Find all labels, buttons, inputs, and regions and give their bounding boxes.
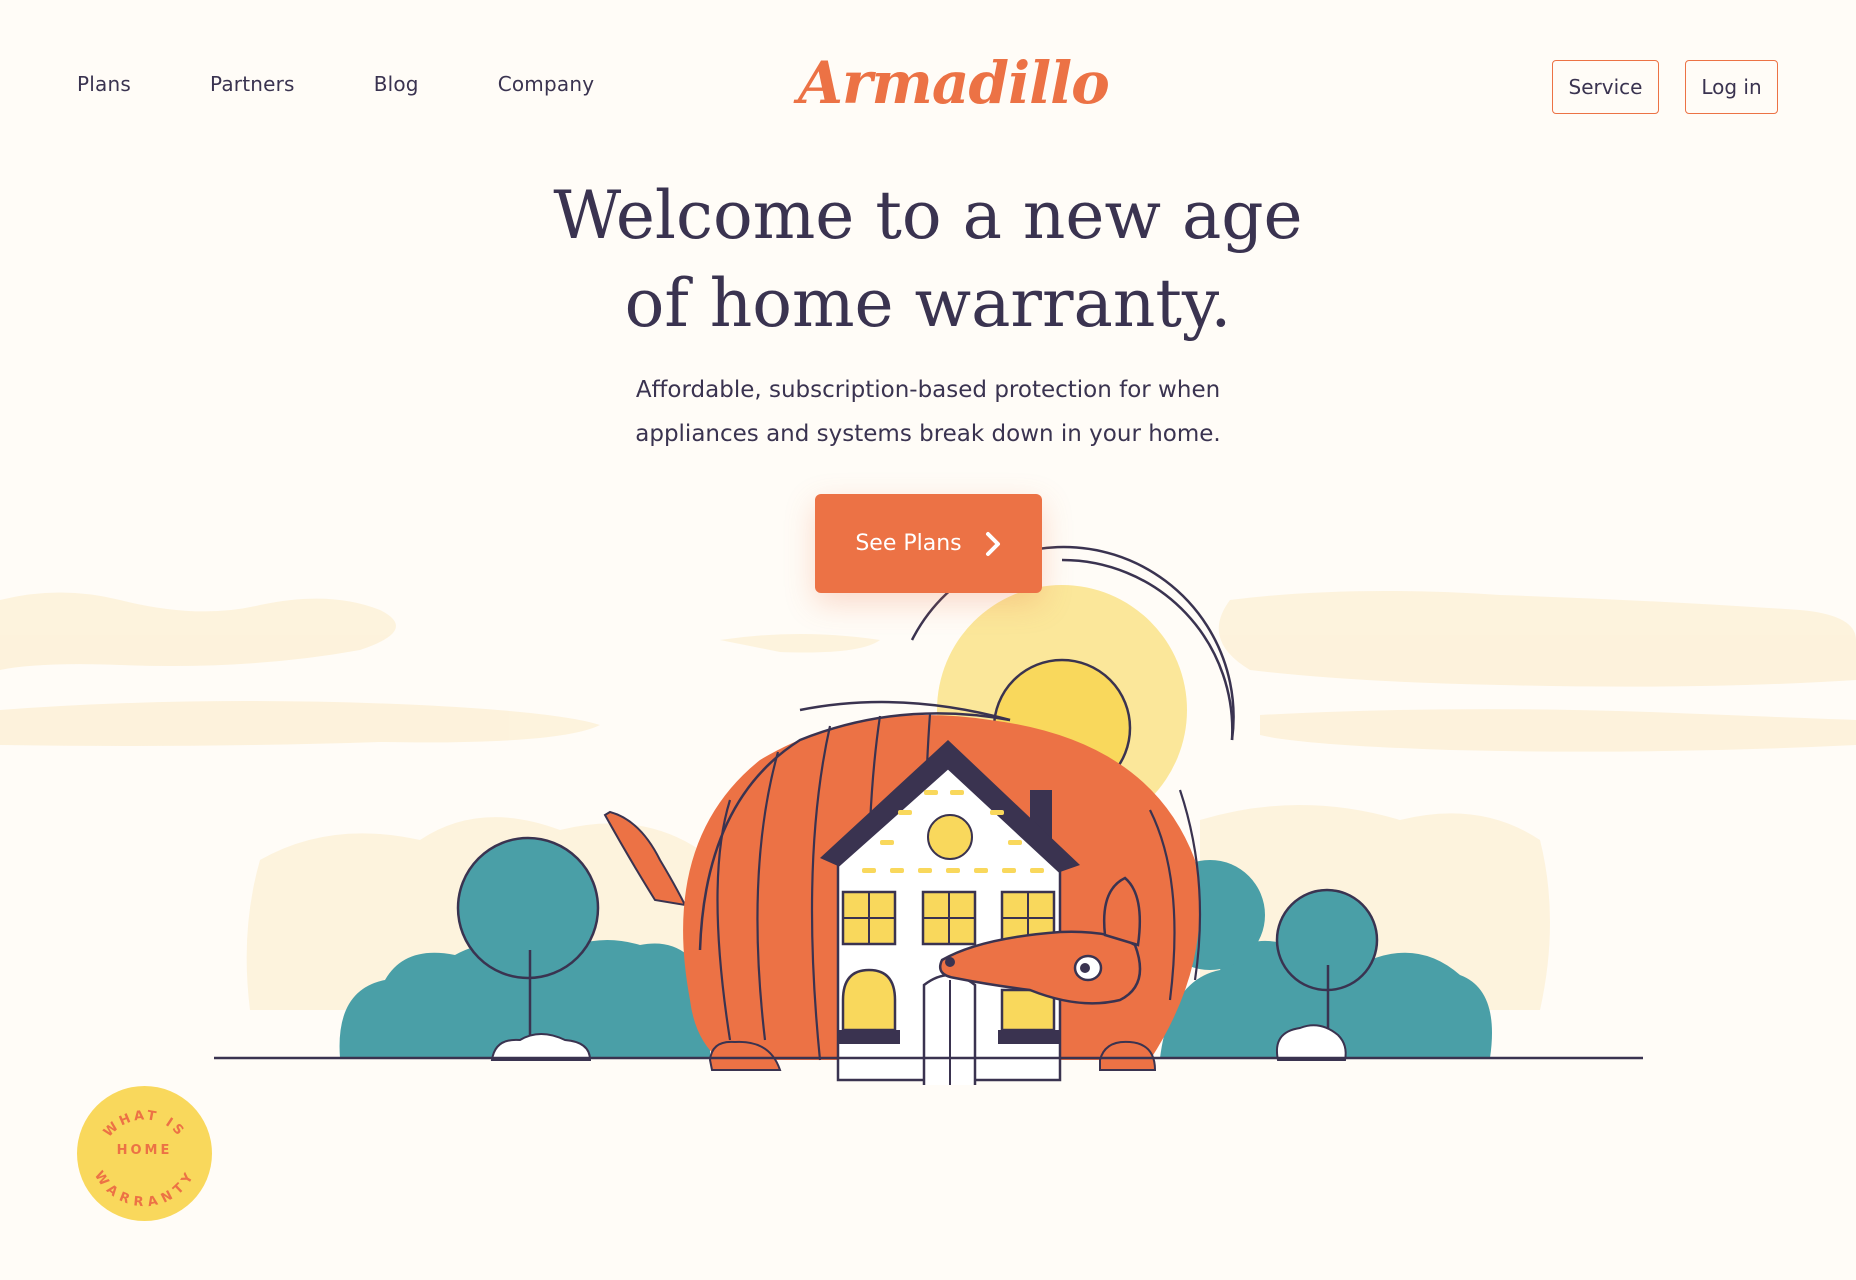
hero-subtitle: Affordable, subscription-based protectio… — [528, 368, 1328, 456]
hero-title-line-1: Welcome to a new age — [553, 177, 1303, 254]
badge-center-text: HOME — [116, 1143, 173, 1158]
hero-title: Welcome to a new age of home warranty. — [428, 172, 1428, 348]
see-plans-button[interactable]: See Plans — [815, 494, 1042, 593]
hero-subtitle-line-1: Affordable, subscription-based protectio… — [635, 377, 1221, 403]
svg-text:WARRANTY: WARRANTY — [91, 1168, 198, 1210]
what-is-home-warranty-badge[interactable]: WHAT IS WARRANTY HOME — [77, 1086, 212, 1221]
chevron-right-icon — [984, 531, 1002, 557]
see-plans-label: See Plans — [855, 531, 962, 556]
hero-subtitle-line-2: appliances and systems break down in you… — [635, 421, 1221, 447]
badge-arc-top: WHAT IS — [101, 1108, 185, 1140]
badge-arc-bottom: WARRANTY — [91, 1168, 195, 1210]
hero-title-line-2: of home warranty. — [624, 265, 1232, 342]
svg-text:WHAT IS: WHAT IS — [101, 1108, 188, 1140]
